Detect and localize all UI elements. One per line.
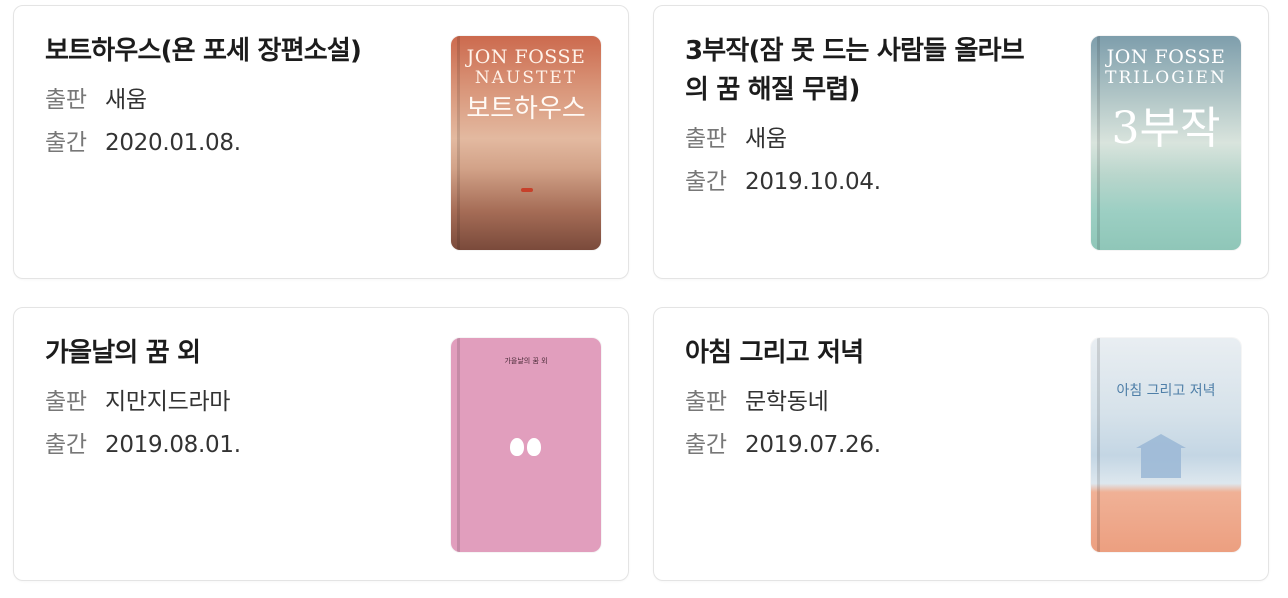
book-info: 가을날의 꿈 외 출판 지만지드라마 출간 2019.08.01. [45, 334, 400, 467]
book-card[interactable]: 아침 그리고 저녁 출판 문학동네 출간 2019.07.26. 아침 그리고 … [653, 307, 1269, 581]
cover-author: JON FOSSE [466, 46, 586, 68]
date-row: 출간 2019.10.04. [685, 161, 1040, 204]
cover-author: JON FOSSE [1106, 46, 1226, 68]
date-row: 출간 2019.07.26. [685, 424, 1040, 467]
date-row: 출간 2020.01.08. [45, 122, 400, 165]
cover-original-title: NAUSTET [474, 68, 578, 88]
date-label: 출간 [685, 169, 727, 195]
publisher-row: 출판 지만지드라마 [45, 381, 400, 424]
publisher-value: 새움 [745, 126, 787, 152]
book-card[interactable]: 3부작(잠 못 드는 사람들 올라브의 꿈 해질 무렵) 출판 새움 출간 20… [653, 5, 1269, 279]
date-value: 2020.01.08. [105, 130, 241, 156]
date-value: 2019.10.04. [745, 169, 881, 195]
date-value: 2019.08.01. [105, 432, 241, 458]
date-value: 2019.07.26. [745, 432, 881, 458]
publisher-row: 출판 새움 [685, 118, 1040, 161]
book-title[interactable]: 3부작(잠 못 드는 사람들 올라브의 꿈 해질 무렵) [685, 32, 1040, 110]
date-label: 출간 [45, 432, 87, 458]
book-title[interactable]: 가을날의 꿈 외 [45, 334, 400, 373]
book-info: 아침 그리고 저녁 출판 문학동네 출간 2019.07.26. [685, 334, 1040, 467]
publisher-row: 출판 문학동네 [685, 381, 1040, 424]
cover-korean-title: 보트하우스 [466, 94, 586, 124]
book-card[interactable]: 보트하우스(욘 포세 장편소설) 출판 새움 출간 2020.01.08. JO… [13, 5, 629, 279]
cover-original-title: TRILOGIEN [1105, 68, 1227, 88]
house-illustration [1136, 434, 1186, 478]
mask-right [527, 438, 541, 456]
book-info: 3부작(잠 못 드는 사람들 올라브의 꿈 해질 무렵) 출판 새움 출간 20… [685, 32, 1040, 204]
publisher-value: 지만지드라마 [105, 389, 231, 415]
publisher-label: 출판 [685, 126, 727, 152]
publisher-label: 출판 [45, 87, 87, 113]
book-cover[interactable]: JON FOSSE TRILOGIEN 3부작 [1091, 36, 1241, 250]
date-row: 출간 2019.08.01. [45, 424, 400, 467]
book-cover[interactable]: 아침 그리고 저녁 [1091, 338, 1241, 552]
publisher-value: 문학동네 [745, 389, 829, 415]
book-info: 보트하우스(욘 포세 장편소설) 출판 새움 출간 2020.01.08. [45, 32, 400, 165]
book-title[interactable]: 아침 그리고 저녁 [685, 334, 1040, 373]
date-label: 출간 [685, 432, 727, 458]
publisher-row: 출판 새움 [45, 79, 400, 122]
publisher-label: 출판 [685, 389, 727, 415]
book-cover[interactable]: JON FOSSE NAUSTET 보트하우스 [451, 36, 601, 250]
publisher-value: 새움 [105, 87, 147, 113]
publisher-label: 출판 [45, 389, 87, 415]
cover-korean-title: 가을날의 꿈 외 [504, 357, 548, 365]
book-title[interactable]: 보트하우스(욘 포세 장편소설) [45, 32, 400, 71]
book-card[interactable]: 가을날의 꿈 외 출판 지만지드라마 출간 2019.08.01. 가을날의 꿈… [13, 307, 629, 581]
book-list: 보트하우스(욘 포세 장편소설) 출판 새움 출간 2020.01.08. JO… [0, 0, 1288, 598]
cover-korean-title: 아침 그리고 저녁 [1116, 383, 1216, 399]
book-cover[interactable]: 가을날의 꿈 외 [451, 338, 601, 552]
date-label: 출간 [45, 130, 87, 156]
boat-illustration [521, 188, 533, 192]
theatre-masks-illustration [509, 438, 543, 458]
cover-korean-title: 3부작 [1111, 103, 1221, 154]
mask-left [510, 438, 524, 456]
